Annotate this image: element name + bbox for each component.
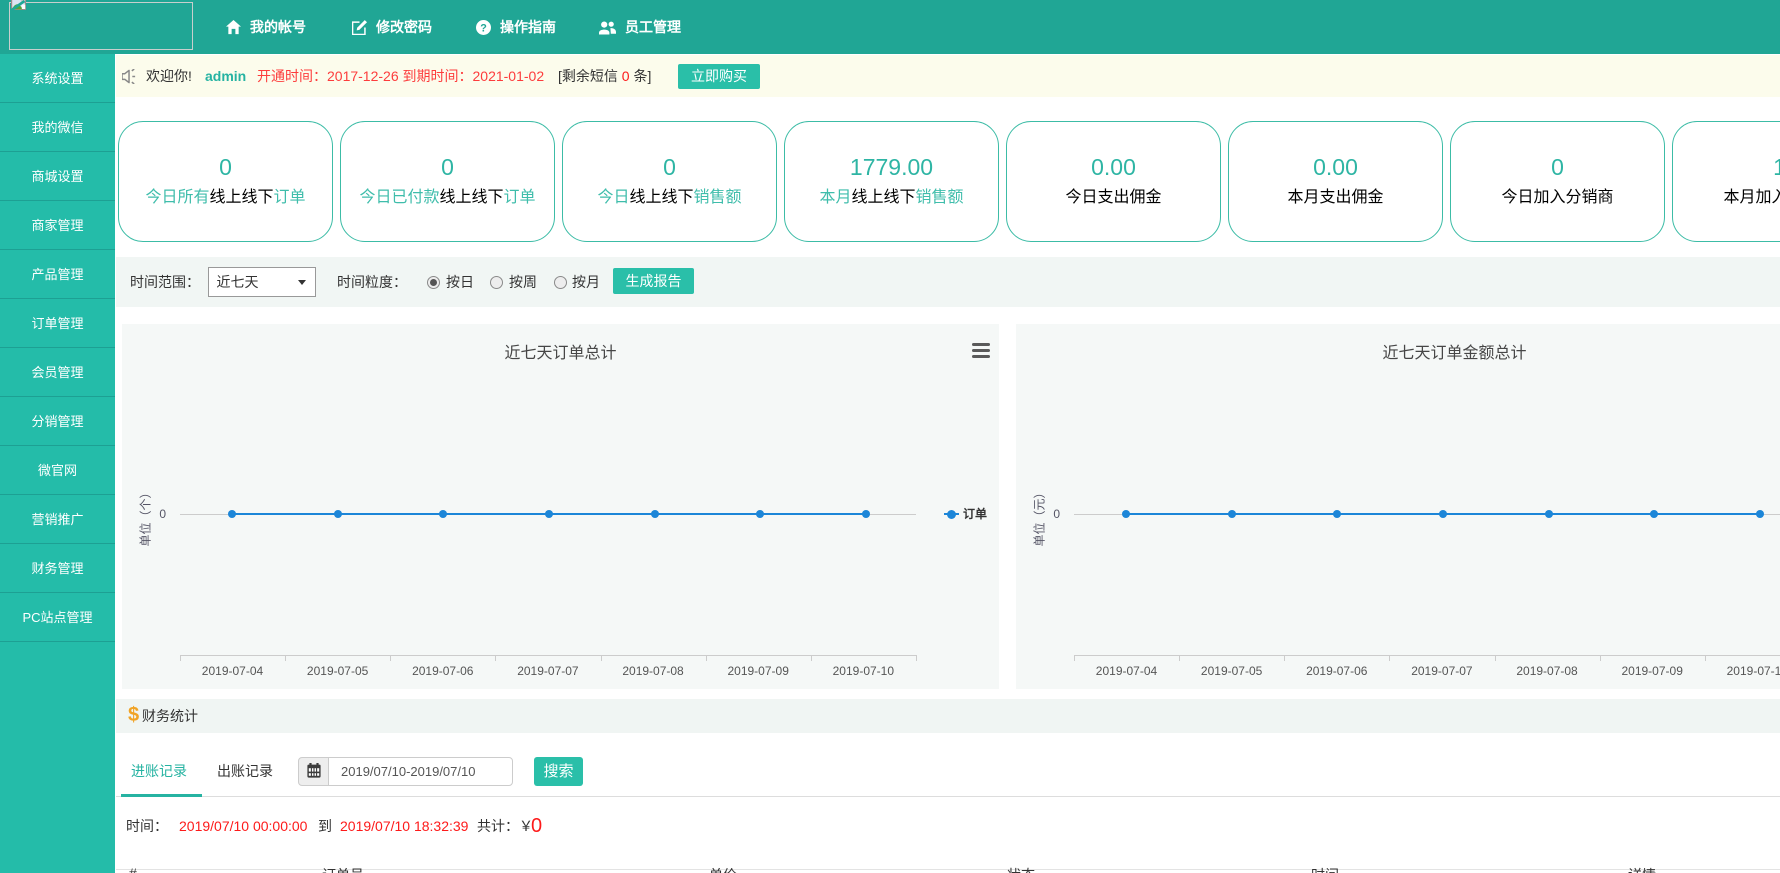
svg-text:?: ? (480, 22, 487, 34)
